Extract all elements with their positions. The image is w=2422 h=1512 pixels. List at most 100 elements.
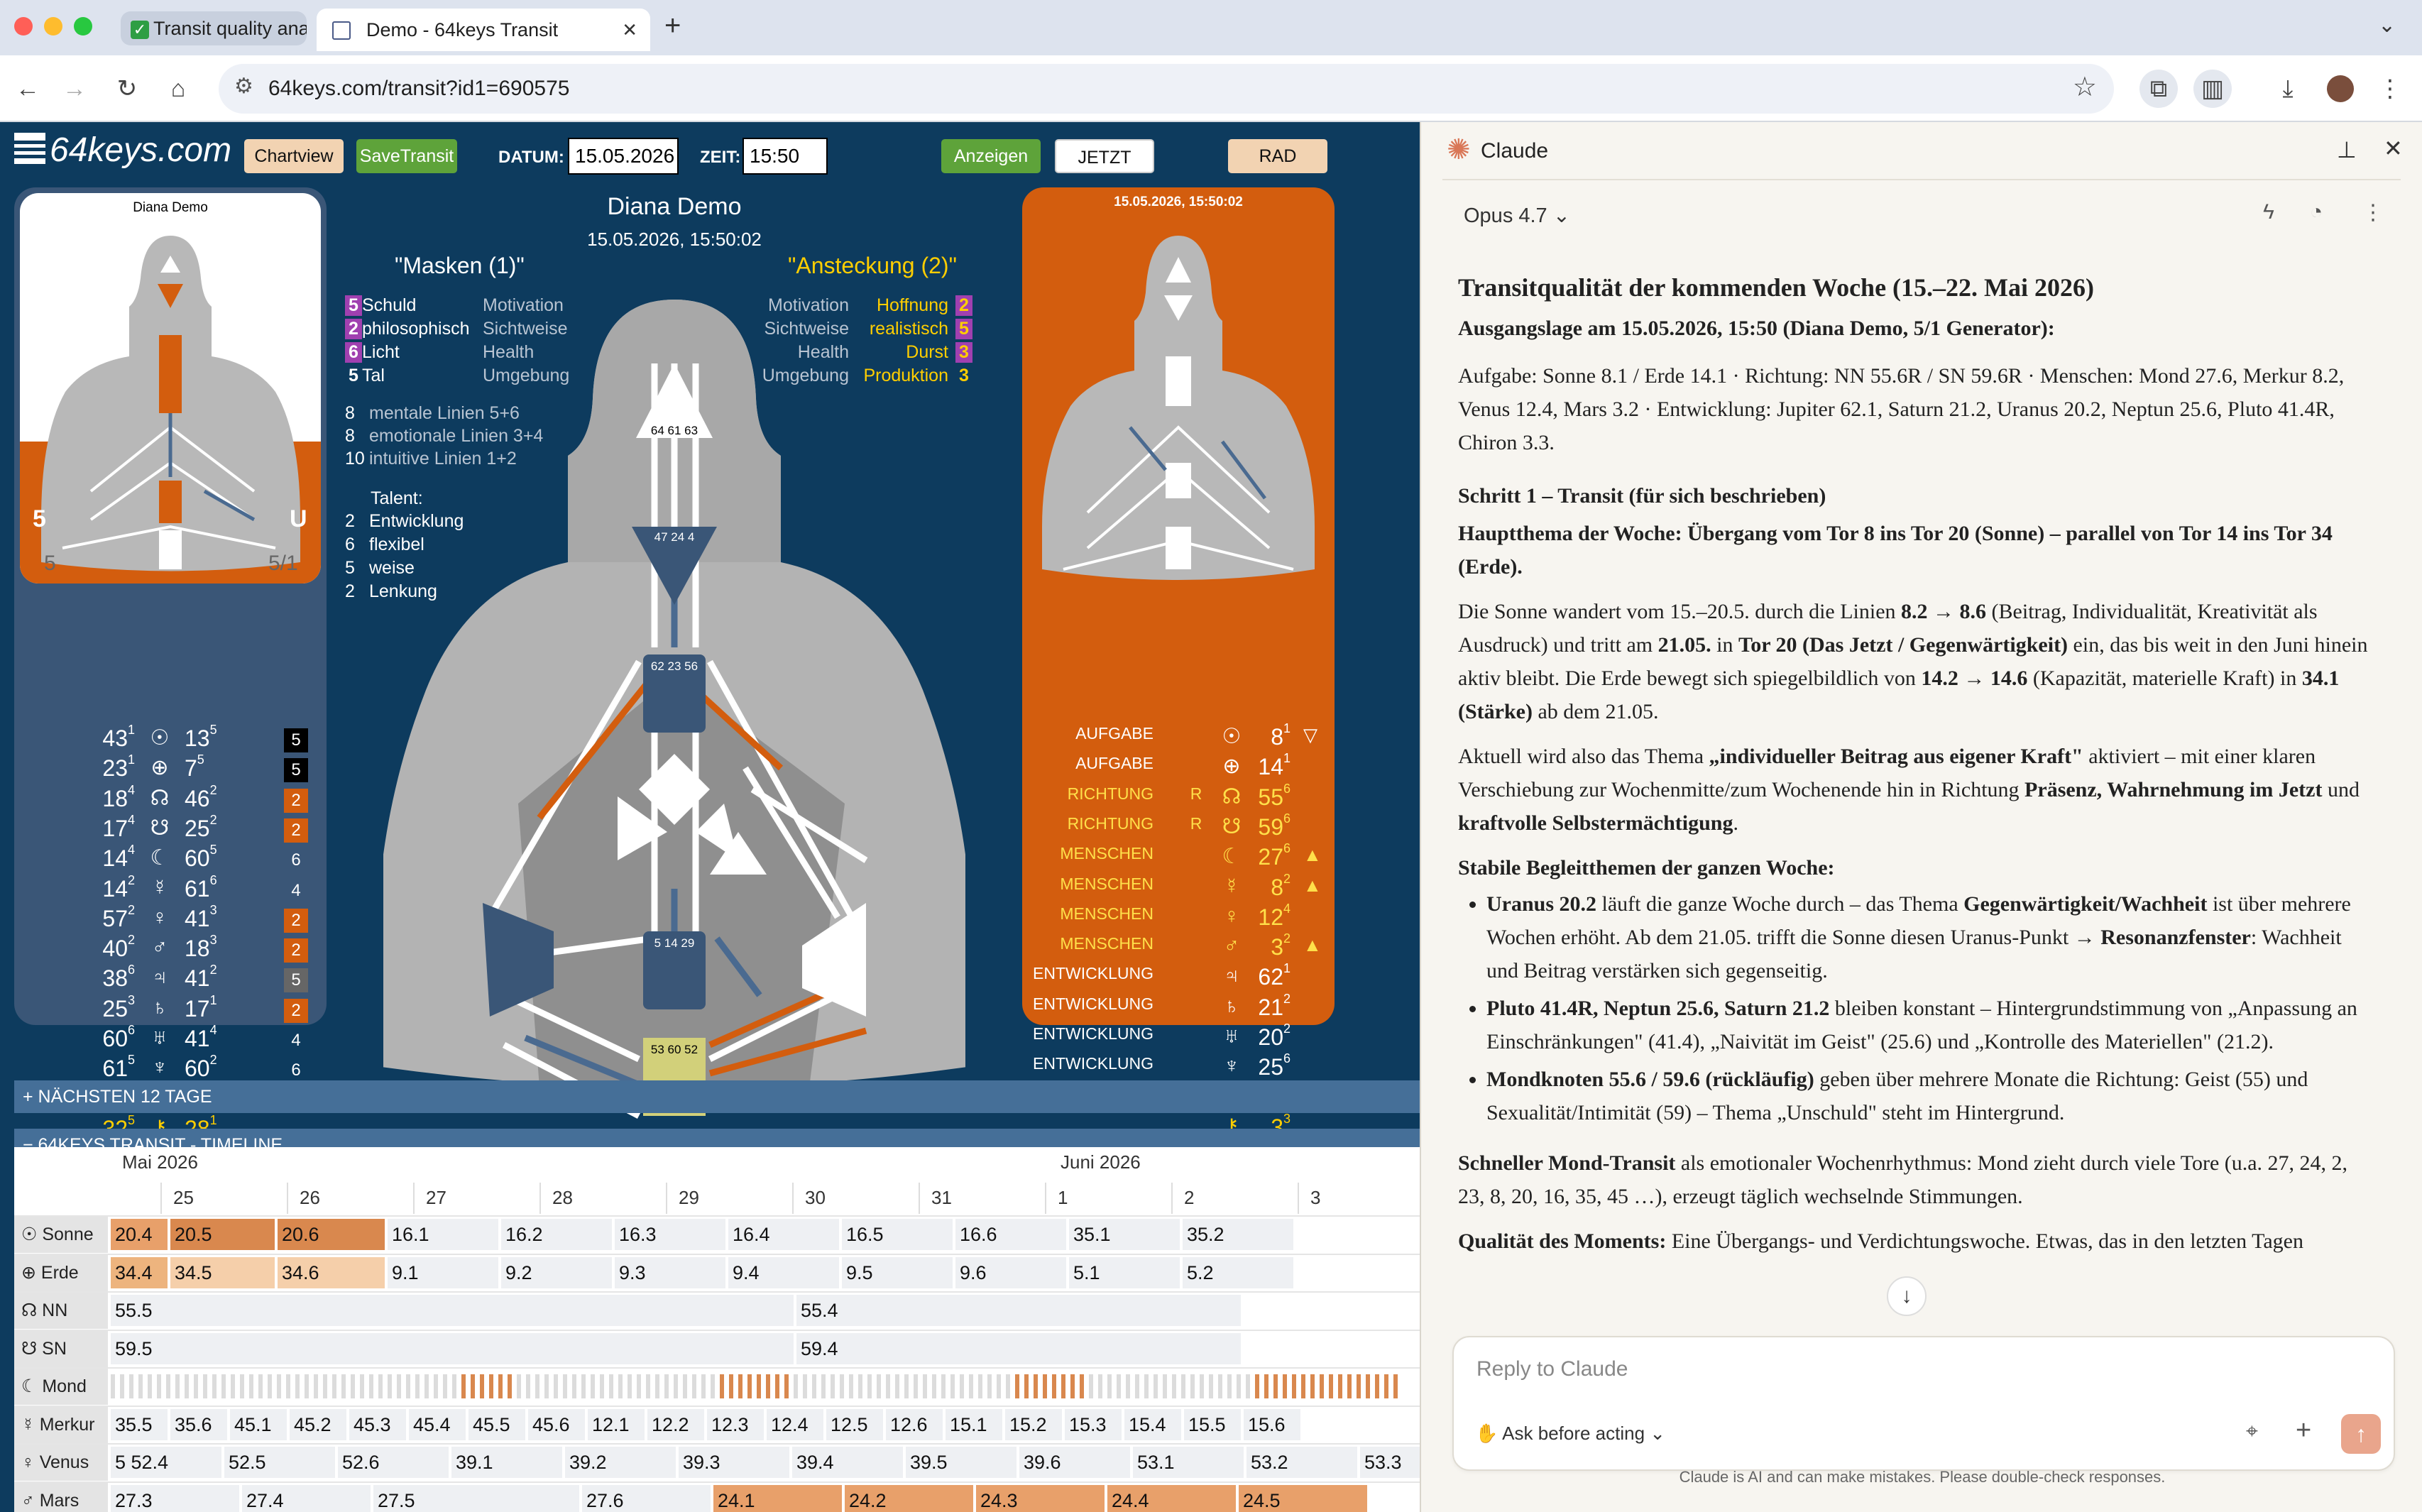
list-item: Uranus 20.2 läuft die ganze Woche durch …: [1486, 887, 2374, 987]
response-p4: Schneller Mond-Transit als emotionaler W…: [1458, 1151, 2348, 1208]
moon-tick: [221, 1374, 226, 1398]
timeline-day-divider: [1171, 1183, 1173, 1214]
minimize-window-button[interactable]: [44, 17, 62, 35]
send-button[interactable]: ↑: [2341, 1414, 2381, 1454]
ask-before-acting-selector[interactable]: ✋ Ask before acting ⌄: [1475, 1423, 1665, 1445]
moon-tick: [480, 1374, 484, 1398]
add-attachment-icon[interactable]: +: [2296, 1415, 2311, 1446]
moon-tick: [415, 1374, 420, 1398]
moon-tick: [489, 1374, 493, 1398]
timeline-cell: 34.5: [170, 1256, 275, 1288]
moon-tick: [369, 1374, 373, 1398]
close-tab-icon[interactable]: ✕: [622, 9, 637, 51]
moon-tick: [323, 1374, 327, 1398]
home-icon[interactable]: ⌂: [159, 70, 197, 108]
timeline-day: 28: [552, 1187, 573, 1208]
line-number: 1: [209, 1112, 217, 1127]
timeline-cell: 9.2: [501, 1256, 612, 1288]
moon-tick: [443, 1374, 447, 1398]
timeline-day-divider: [539, 1183, 541, 1214]
moon-tick: [1043, 1374, 1047, 1398]
moon-tick: [674, 1374, 678, 1398]
tab-transit-quality[interactable]: ✓ Transit quality ana: [121, 11, 307, 45]
reply-input[interactable]: Reply to Claude: [1476, 1357, 1628, 1381]
timeline-cell: 34.4: [111, 1256, 168, 1288]
line-number: 6: [1283, 781, 1291, 796]
moon-tick: [840, 1374, 844, 1398]
planet-category: RICHTUNG: [1067, 813, 1154, 833]
pin-icon[interactable]: ⊥: [2337, 136, 2357, 163]
timeline-row-label: ☉ Sonne: [14, 1217, 108, 1253]
moon-tick: [572, 1374, 576, 1398]
planet-symbol-icon: ♅: [1223, 1024, 1240, 1048]
moon-tick: [711, 1374, 715, 1398]
planet-gate-left: 615: [102, 1053, 135, 1082]
timeline-cell: 39.6: [1019, 1447, 1130, 1478]
more-icon[interactable]: ⋮: [2362, 200, 2384, 225]
moon-tick: [1052, 1374, 1056, 1398]
moon-tick: [1126, 1374, 1130, 1398]
timeline-row: ☾ Mond: [14, 1367, 1420, 1405]
timeline-cell: 53.2: [1246, 1447, 1357, 1478]
moon-tick: [1172, 1374, 1176, 1398]
reply-box[interactable]: Reply to Claude ✋ Ask before acting ⌄ ⌖ …: [1452, 1336, 2395, 1471]
moon-tick: [138, 1374, 143, 1398]
timeline-row: ♂ Mars 27.3 27.4 27.5 27.6 24.1 24.2 24.3 24.4 24…: [14, 1481, 1420, 1512]
planet-category: ENTWICKLUNG: [1033, 994, 1154, 1013]
back-arrow-icon[interactable]: ←: [9, 70, 47, 108]
timeline-cell: 35.6: [170, 1408, 227, 1440]
side-panel-icon[interactable]: ▥: [2193, 70, 2232, 108]
moon-tick: [628, 1374, 632, 1398]
timeline-cell: 45.1: [230, 1408, 287, 1440]
close-panel-icon[interactable]: ✕: [2384, 135, 2403, 162]
transit-planet-row: ENTWICKLUNG ♆ 256: [1022, 1051, 1320, 1084]
moon-tick: [932, 1374, 936, 1398]
claude-side-panel: ✺ Claude ⊥ ✕ Opus 4.7 ⌄ ϟ ◔ ⋮ Transitqua…: [1420, 122, 2422, 1512]
timeline-cell: 24.1: [713, 1484, 842, 1512]
moon-tick: [1283, 1374, 1287, 1398]
moon-tick: [461, 1374, 466, 1398]
next-12-days-toggle[interactable]: + NÄCHSTEN 12 TAGE: [14, 1080, 1420, 1113]
bookmark-star-icon[interactable]: ☆: [2073, 71, 2097, 103]
model-selector[interactable]: Opus 4.7 ⌄: [1464, 203, 1570, 228]
timeline-cell: 12.3: [707, 1408, 764, 1440]
moon-tick: [231, 1374, 235, 1398]
tab-64keys-transit[interactable]: Demo - 64keys Transit ✕: [317, 9, 650, 51]
moon-tick: [1061, 1374, 1065, 1398]
timeline-day: 31: [931, 1187, 952, 1208]
address-bar[interactable]: ⚙ 64keys.com/transit?id1=690575 ☆: [219, 64, 2114, 114]
maximize-window-button[interactable]: [74, 17, 92, 35]
timeline-cell: 5.1: [1069, 1256, 1180, 1288]
timeline-cell: 15.6: [1244, 1408, 1300, 1440]
moon-tick: [618, 1374, 623, 1398]
moon-tick: [1200, 1374, 1204, 1398]
planet-symbol-icon: ♂: [1223, 934, 1240, 958]
line-number: 2: [1283, 931, 1291, 946]
moon-tick: [1080, 1374, 1084, 1398]
hand-icon: ✋: [1475, 1423, 1498, 1444]
chat-icon[interactable]: ◔: [2310, 200, 2323, 224]
forward-arrow-icon[interactable]: →: [55, 70, 94, 108]
moon-tick: [655, 1374, 659, 1398]
scroll-down-button[interactable]: ↓: [1887, 1276, 1927, 1316]
moon-tick: [1098, 1374, 1102, 1398]
site-settings-icon[interactable]: ⚙: [234, 74, 253, 99]
line-number: 6: [1283, 1051, 1291, 1066]
timeline-cell: 20.6: [278, 1219, 385, 1250]
menu-kebab-icon[interactable]: ⋮: [2371, 70, 2409, 108]
close-window-button[interactable]: [14, 17, 33, 35]
timeline-cell: 5.2: [1183, 1256, 1293, 1288]
lightning-icon[interactable]: ϟ: [2263, 200, 2274, 224]
planet-gate: 202: [1258, 1021, 1291, 1050]
reload-icon[interactable]: ↻: [108, 70, 146, 108]
planet-gate: 141: [1258, 751, 1291, 780]
new-tab-button[interactable]: +: [664, 10, 681, 42]
download-icon[interactable]: ⤓: [2269, 70, 2307, 108]
cursor-tool-icon[interactable]: ⌖: [2246, 1420, 2258, 1444]
tab-list-chevron-icon[interactable]: ⌄: [2378, 13, 2396, 38]
extensions-icon[interactable]: ⧉: [2139, 70, 2178, 108]
list-item: Mondknoten 55.6 / 59.6 (rückläufig) gebe…: [1486, 1063, 2374, 1129]
avatar[interactable]: [2321, 70, 2360, 108]
timeline-row: ☿ Merkur 35.5 35.6 45.1 45.2 45.3 45.4 45.5 45.6…: [14, 1405, 1420, 1443]
moon-tick: [1117, 1374, 1121, 1398]
